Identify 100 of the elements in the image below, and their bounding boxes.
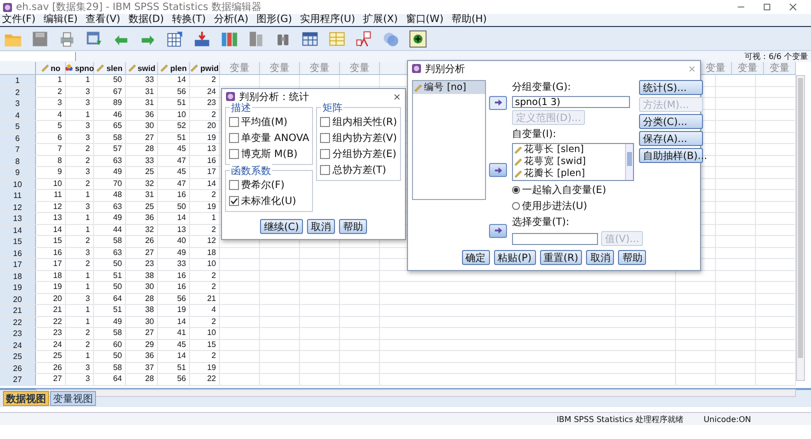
table-arrow-icon[interactable] — [85, 30, 103, 48]
list-item[interactable]: 编号 [no] — [413, 81, 485, 94]
table-cell: 32 — [126, 178, 158, 189]
checkbox[interactable] — [229, 149, 239, 159]
cell-name-field[interactable] — [0, 52, 76, 61]
row-header[interactable]: 11 — [0, 190, 36, 200]
row-header[interactable]: 22 — [0, 316, 36, 327]
grid-arrow-icon[interactable] — [166, 30, 184, 48]
row-header[interactable]: 6 — [0, 132, 36, 143]
checkbox[interactable] — [229, 196, 239, 206]
checkbox[interactable] — [320, 149, 330, 159]
move-button[interactable] — [489, 163, 507, 177]
dialog-button[interactable]: 统计(S)... — [639, 80, 703, 95]
row-header[interactable]: 2 — [0, 86, 36, 97]
radio-button[interactable] — [512, 202, 520, 210]
field-label: 自变量(I): — [512, 128, 556, 141]
insert-column-icon[interactable] — [220, 30, 238, 48]
menu-item[interactable]: 文件(F) — [2, 14, 36, 26]
row-header[interactable]: 21 — [0, 305, 36, 316]
row-header[interactable]: 15 — [0, 236, 36, 246]
dialog-button[interactable]: 分类(C)... — [639, 114, 703, 129]
dialog-button[interactable]: 确定 — [462, 250, 490, 265]
table-cell: 50 — [158, 202, 190, 212]
checkbox[interactable] — [229, 117, 239, 127]
input-field[interactable]: spno(1 3) — [512, 96, 630, 108]
table-cell: 15 — [36, 236, 66, 246]
row-header[interactable]: 25 — [0, 351, 36, 362]
row-header[interactable]: 16 — [0, 248, 36, 258]
menu-item[interactable]: 帮助(H) — [451, 14, 487, 26]
checkbox[interactable] — [320, 165, 330, 175]
menu-item[interactable]: 编辑(E) — [44, 14, 78, 26]
plus-icon[interactable] — [409, 30, 427, 48]
menu-item[interactable]: 分析(A) — [214, 14, 248, 26]
variable-list[interactable]: 花萼长 [slen] 花萼宽 [swid] 花瓣长 [plen] — [512, 143, 634, 181]
table-cell: 57 — [94, 144, 126, 154]
dialog-button[interactable]: 取消 — [586, 250, 614, 265]
row-header[interactable]: 12 — [0, 202, 36, 212]
menu-item[interactable]: 实用程序(U) — [300, 14, 356, 26]
variable-list[interactable]: 编号 [no] — [412, 80, 486, 200]
menu-item[interactable]: 扩展(X) — [363, 14, 398, 26]
column-header[interactable]: swid — [138, 64, 156, 72]
split-file-icon[interactable] — [247, 30, 265, 48]
column-header[interactable]: pwid — [200, 64, 219, 72]
row-header[interactable]: 9 — [0, 167, 36, 178]
menu-item[interactable]: 图形(G) — [256, 14, 292, 26]
row-header[interactable]: 1 — [0, 75, 36, 86]
dialog-button[interactable]: 取消 — [306, 219, 335, 234]
maximize-icon[interactable] — [763, 3, 771, 11]
column-header[interactable]: spno — [74, 64, 94, 72]
row-header[interactable]: 4 — [0, 110, 36, 120]
row-header[interactable]: 17 — [0, 259, 36, 270]
dialog-button[interactable]: 重置(R) — [540, 250, 582, 265]
dialog-button[interactable]: 帮助 — [338, 219, 367, 234]
column-header[interactable]: no — [50, 64, 60, 72]
column-header[interactable]: plen — [170, 64, 187, 72]
dialog-button[interactable]: 保存(A)... — [639, 131, 703, 146]
row-header[interactable]: 3 — [0, 98, 36, 108]
insert-row-icon[interactable] — [193, 30, 211, 48]
vertical-scrollbar[interactable] — [625, 144, 633, 180]
row-header[interactable]: 13 — [0, 213, 36, 224]
checkbox[interactable] — [320, 117, 330, 127]
menu-item[interactable]: 窗口(W) — [406, 14, 444, 26]
row-header[interactable]: 7 — [0, 144, 36, 154]
checkbox[interactable] — [320, 133, 330, 143]
move-button[interactable] — [489, 96, 507, 110]
row-header[interactable]: 18 — [0, 270, 36, 281]
row-header[interactable]: 8 — [0, 156, 36, 166]
row-header[interactable]: 23 — [0, 328, 36, 338]
checkbox[interactable] — [229, 180, 239, 190]
printer-icon[interactable] — [58, 30, 76, 48]
row-header[interactable]: 24 — [0, 340, 36, 350]
table-icon[interactable] — [301, 30, 319, 48]
close-icon[interactable] — [393, 92, 401, 100]
row-header[interactable]: 27 — [0, 374, 36, 384]
input-field[interactable] — [512, 232, 598, 244]
dialog-button[interactable]: 帮助 — [618, 250, 646, 265]
value-labels-icon[interactable] — [328, 30, 346, 48]
move-button[interactable] — [489, 224, 507, 238]
column-header[interactable]: slen — [106, 64, 122, 72]
table-cell: 20 — [36, 294, 66, 304]
row-header[interactable]: 10 — [0, 178, 36, 189]
table-cell: 18 — [36, 270, 66, 281]
dialog-button[interactable]: 继续(C) — [260, 219, 303, 234]
vertical-scrollbar[interactable] — [796, 75, 805, 381]
row-header[interactable]: 20 — [0, 294, 36, 304]
table-cell: 19 — [190, 132, 220, 143]
menu-item[interactable]: 转换(T) — [172, 14, 206, 26]
dialog-button[interactable]: 粘贴(P) — [494, 250, 536, 265]
view-tab[interactable]: 变量视图 — [50, 391, 96, 406]
view-tab[interactable]: 数据视图 — [3, 391, 49, 406]
menu-item[interactable]: 查看(V) — [86, 14, 120, 26]
row-header[interactable]: 19 — [0, 282, 36, 292]
row-header[interactable]: 26 — [0, 362, 36, 373]
row-header[interactable]: 5 — [0, 121, 36, 132]
close-icon[interactable] — [789, 3, 797, 11]
circles-icon[interactable] — [382, 30, 400, 48]
checkbox[interactable] — [229, 133, 239, 143]
row-header[interactable]: 14 — [0, 224, 36, 235]
menu-item[interactable]: 数据(D) — [128, 14, 164, 26]
radio-button[interactable] — [512, 186, 520, 194]
